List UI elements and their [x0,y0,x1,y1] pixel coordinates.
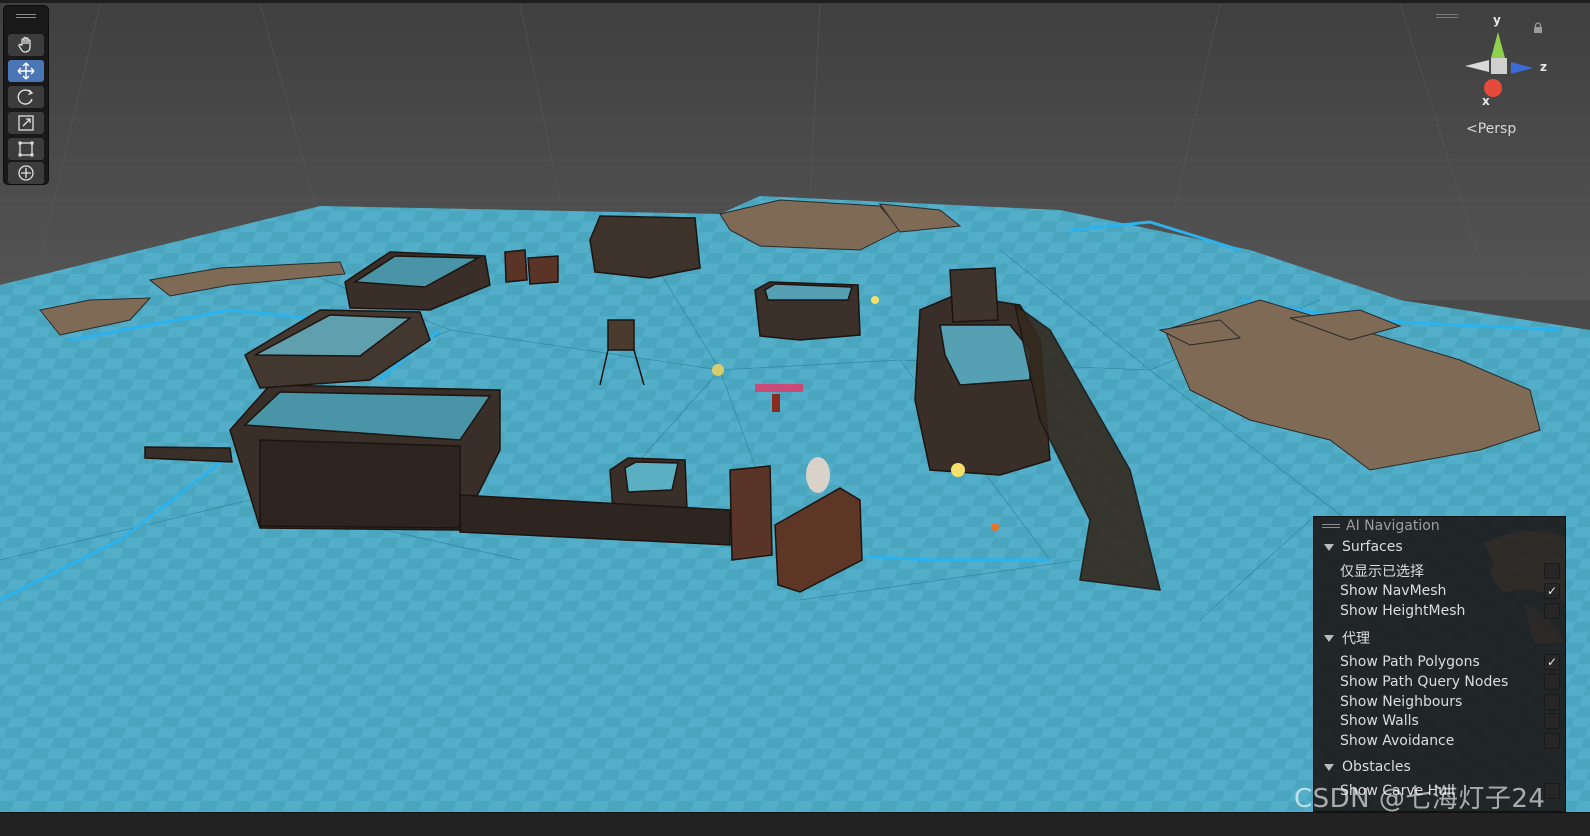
show-carve-hull-checkbox[interactable] [1544,783,1560,799]
option-label: Show NavMesh [1340,583,1447,599]
option-show-only-selected[interactable]: 仅显示已选择 [1340,561,1560,581]
show-neighbours-checkbox[interactable] [1544,694,1560,710]
persp-toggle[interactable]: <Persp [1466,121,1516,137]
transform-icon [18,165,34,181]
top-edge [0,0,1590,3]
drag-handle-icon[interactable] [1322,524,1340,525]
neg-x-axis-cone[interactable] [1465,60,1489,72]
agents-header: 代理 [1342,631,1370,647]
surfaces-header: Surfaces [1342,539,1403,555]
orientation-gizmo[interactable]: y z x [1455,10,1560,110]
option-show-neighbours[interactable]: Show Neighbours [1340,692,1560,712]
show-navmesh-checkbox[interactable]: ✓ [1544,583,1560,599]
show-path-query-nodes-checkbox[interactable] [1544,674,1560,690]
z-axis-cone[interactable] [1511,62,1533,74]
show-walls-checkbox[interactable] [1544,713,1560,729]
tools-toolbar [4,6,48,184]
bottom-edge [0,812,1590,836]
ai-navigation-overlay[interactable]: AI Navigation Surfaces 仅显示已选择 Show NavMe… [1313,516,1566,812]
scale-icon [18,115,34,131]
hand-tool-button[interactable] [8,34,44,56]
option-label: Show Path Polygons [1340,654,1480,670]
option-label: Show Avoidance [1340,733,1455,749]
option-show-path-query-nodes[interactable]: Show Path Query Nodes [1340,672,1560,692]
show-only-selected-checkbox[interactable] [1544,563,1560,579]
y-axis-cone[interactable] [1491,32,1505,58]
checkmark-icon: ✓ [1546,584,1558,598]
show-path-polygons-checkbox[interactable]: ✓ [1544,654,1560,670]
lock-icon[interactable] [1533,22,1543,34]
move-icon [17,62,35,80]
rotate-icon [17,89,34,105]
y-axis-label: y [1493,13,1501,27]
chevron-left-icon: < [1466,121,1478,137]
agents-foldout[interactable]: 代理 [1324,628,1370,648]
option-label: Show Walls [1340,713,1419,729]
obstacles-foldout[interactable]: Obstacles [1324,757,1411,777]
obstacles-header: Obstacles [1342,759,1411,775]
surfaces-foldout[interactable]: Surfaces [1324,537,1403,557]
hand-icon [18,36,31,53]
option-show-avoidance[interactable]: Show Avoidance [1340,731,1560,751]
option-show-navmesh[interactable]: Show NavMesh ✓ [1340,581,1560,601]
option-show-walls[interactable]: Show Walls [1340,711,1560,731]
rotate-tool-button[interactable] [8,86,44,108]
z-axis-label: z [1540,60,1547,74]
option-label: Show Path Query Nodes [1340,674,1509,690]
rect-transform-icon [18,141,34,157]
rect-tool-button[interactable] [8,138,44,160]
overlay-title-bar[interactable]: AI Navigation [1314,517,1565,537]
scale-tool-button[interactable] [8,112,44,134]
checkmark-icon: ✓ [1546,655,1558,669]
gizmo-center-cube[interactable] [1491,58,1507,74]
toolbar-drag-handle[interactable] [16,14,36,15]
show-avoidance-checkbox[interactable] [1544,733,1560,749]
option-label: Show Neighbours [1340,694,1463,710]
show-heightmesh-checkbox[interactable] [1544,603,1560,619]
scene-view[interactable]: y z x <Persp AI Navigation Surfaces 仅显示已… [0,0,1590,836]
move-tool-button[interactable] [8,60,44,82]
option-label: 仅显示已选择 [1340,564,1424,580]
option-show-path-polygons[interactable]: Show Path Polygons ✓ [1340,652,1560,672]
watermark: CSDN @七海灯子24 [1294,784,1546,814]
overlay-title: AI Navigation [1346,518,1440,534]
foldout-arrow-icon[interactable] [1324,763,1334,771]
persp-label-text: Persp [1477,121,1517,137]
foldout-arrow-icon[interactable] [1324,634,1334,642]
x-axis-label: x [1482,94,1490,108]
option-show-heightmesh[interactable]: Show HeightMesh [1340,601,1560,621]
transform-tool-button[interactable] [8,162,44,184]
foldout-arrow-icon[interactable] [1324,543,1334,551]
option-label: Show HeightMesh [1340,603,1466,619]
